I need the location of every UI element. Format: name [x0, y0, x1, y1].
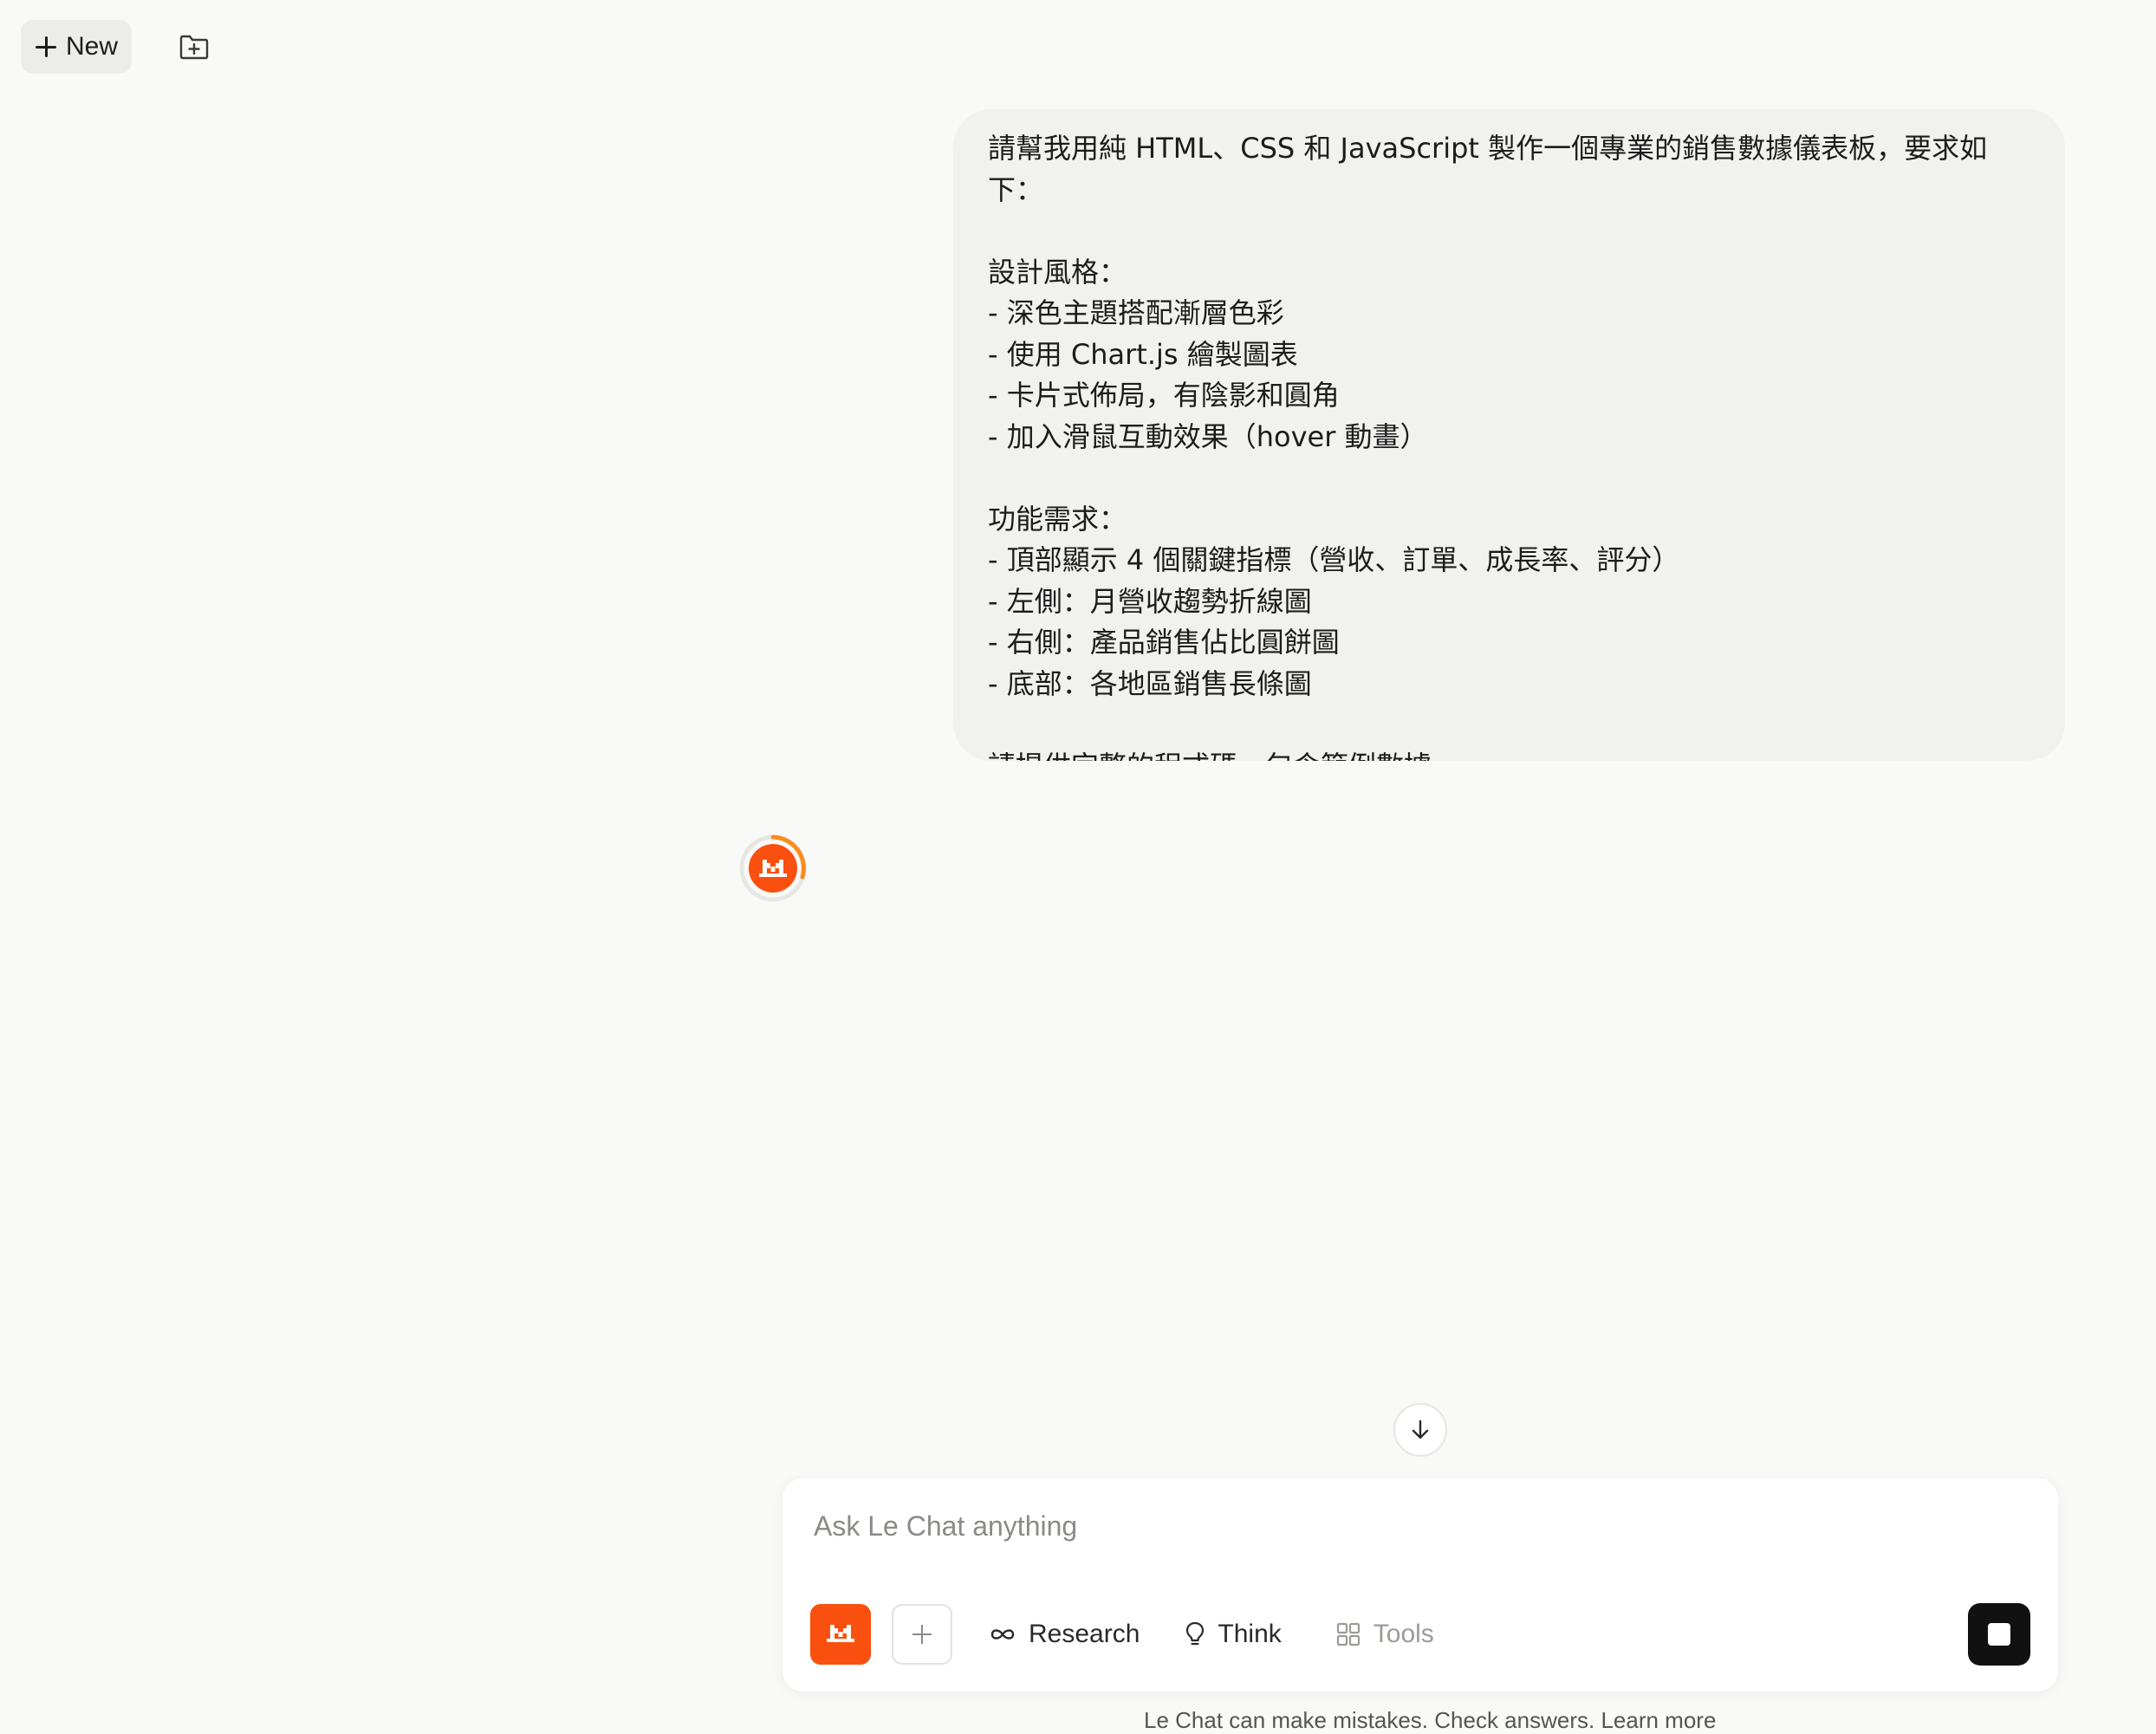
- stop-icon: [1988, 1623, 2010, 1646]
- plus-icon: [912, 1625, 932, 1644]
- scroll-to-bottom-button[interactable]: [1393, 1403, 1447, 1457]
- folder-plus-icon: [179, 35, 209, 60]
- research-button[interactable]: Research: [989, 1604, 1140, 1665]
- assistant-avatar: [738, 834, 808, 903]
- chat-input[interactable]: [814, 1496, 2010, 1556]
- footer-disclaimer: Le Chat can make mistakes. Check answers…: [1144, 1707, 1717, 1733]
- tools-label: Tools: [1373, 1620, 1434, 1648]
- user-message: 請幫我用純 HTML、CSS 和 JavaScript 製作一個專業的銷售數據儀…: [953, 109, 2065, 761]
- stop-generation-button[interactable]: [1968, 1603, 2030, 1666]
- loading-spinner-icon: [739, 835, 807, 902]
- mistral-agent-button[interactable]: [810, 1604, 871, 1665]
- tools-button[interactable]: Tools: [1335, 1604, 1434, 1665]
- new-folder-button[interactable]: [170, 23, 218, 71]
- attach-button[interactable]: [892, 1604, 952, 1665]
- infinity-icon: [990, 1629, 1015, 1640]
- arrow-down-icon: [1412, 1419, 1429, 1439]
- lightbulb-icon: [1186, 1621, 1205, 1646]
- mistral-logo-icon: [827, 1625, 854, 1642]
- composer-toolbar: Research Think Tools: [810, 1603, 1434, 1666]
- grid-icon: [1336, 1622, 1360, 1646]
- think-button[interactable]: Think: [1185, 1604, 1282, 1665]
- new-chat-label: New: [66, 32, 119, 61]
- research-label: Research: [1029, 1620, 1140, 1648]
- chat-composer: Research Think Tools: [783, 1478, 2058, 1692]
- new-chat-button[interactable]: New: [21, 20, 133, 74]
- plus-icon: [35, 36, 57, 58]
- think-label: Think: [1218, 1620, 1282, 1648]
- top-bar: New: [21, 20, 218, 74]
